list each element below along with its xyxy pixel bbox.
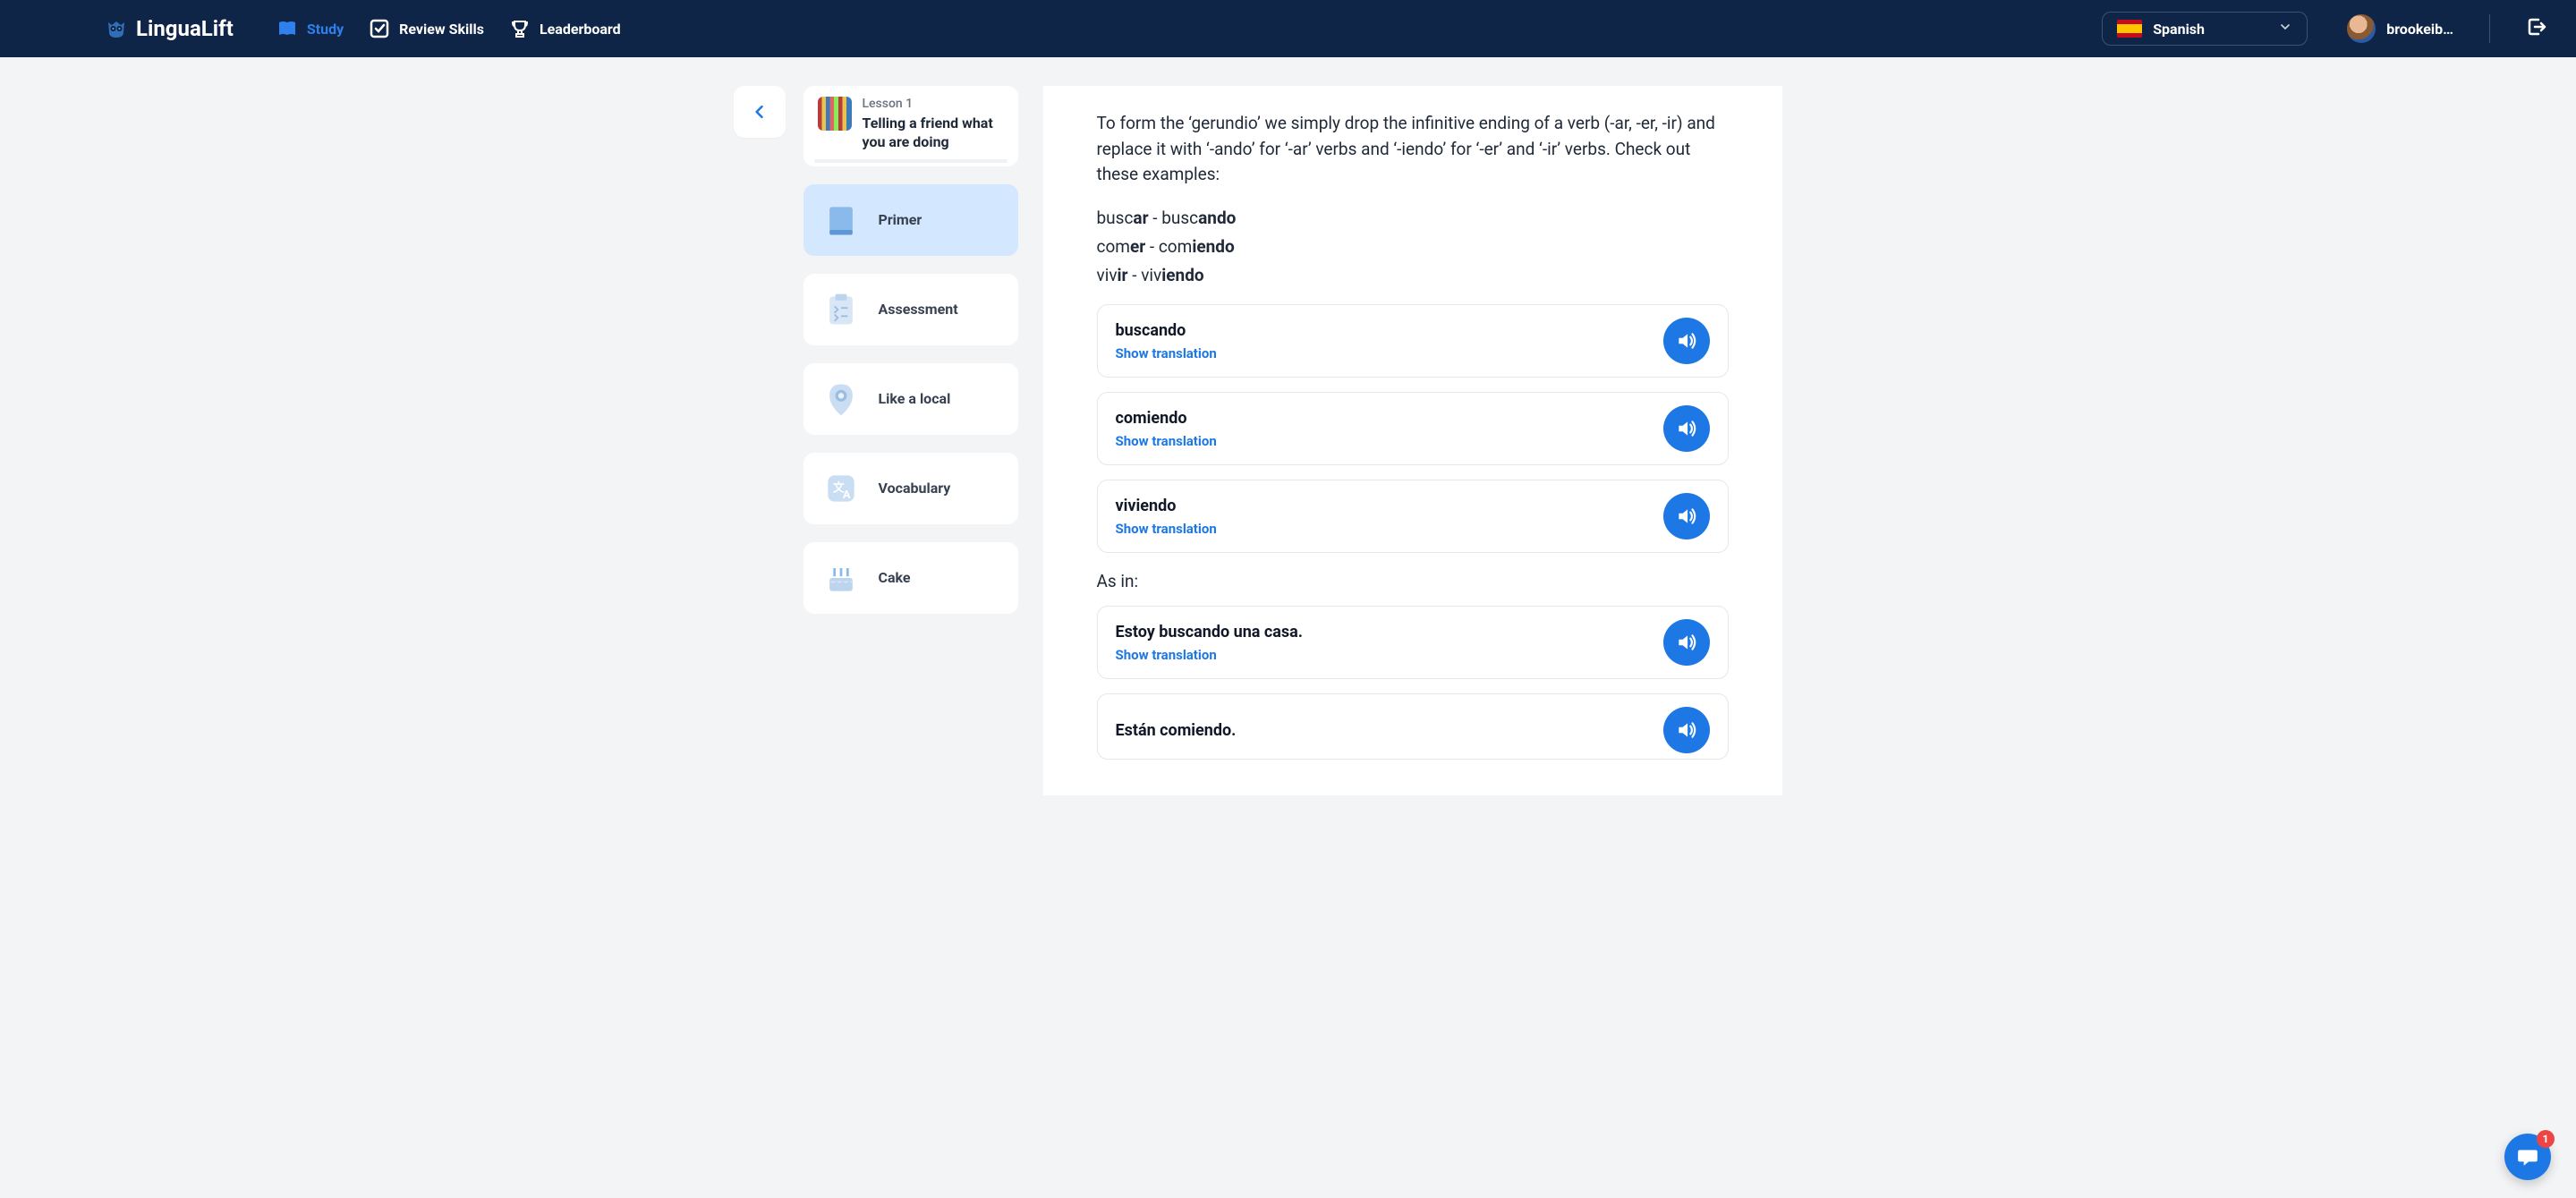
sidebar-item-primer[interactable]: Primer [803,184,1018,256]
logout-button[interactable] [2526,16,2547,41]
lesson-card[interactable]: Lesson 1 Telling a friend what you are d… [803,86,1018,166]
show-translation-link[interactable]: Show translation [1116,433,1217,449]
user-menu[interactable]: brookeib… [2347,14,2453,43]
lesson-title: Telling a friend what you are doing [863,115,1004,152]
play-audio-button[interactable] [1663,493,1710,540]
example-line-2: comer - comiendo [1097,233,1729,261]
username: brookeib… [2386,21,2453,38]
chevron-left-icon [751,103,769,121]
example-line-3: vivir - viviendo [1097,261,1729,290]
owl-icon [106,18,127,39]
cake-icon [821,558,861,598]
nav-study-label: Study [307,21,344,38]
show-translation-link[interactable]: Show translation [1116,647,1304,663]
vocab-card: buscando Show translation [1097,304,1729,378]
book-closed-icon [821,200,861,240]
nav-study[interactable]: Study [276,18,344,39]
language-selector[interactable]: Spanish [2102,12,2308,46]
nav-review-label: Review Skills [399,21,484,38]
show-translation-link[interactable]: Show translation [1116,345,1217,361]
brand-logo[interactable]: LinguaLift [106,16,234,41]
sentence-card: Estoy buscando una casa. Show translatio… [1097,606,1729,679]
chat-icon [2516,1145,2539,1168]
vocab-card: comiendo Show translation [1097,392,1729,465]
speaker-icon [1675,329,1698,353]
sidebar-item-cake[interactable]: Cake [803,542,1018,614]
lesson-number: Lesson 1 [863,97,1004,111]
sidebar-item-label: Vocabulary [879,480,951,497]
example-line-1: buscar - buscando [1097,204,1729,233]
avatar [2347,14,2376,43]
sentence-text: Estoy buscando una casa. [1116,623,1304,641]
brand-name: LinguaLift [136,16,234,41]
lesson-content: To form the ‘gerundio’ we simply drop th… [1043,86,1782,795]
as-in-heading: As in: [1097,571,1729,591]
sidebar-item-label: Primer [879,211,922,228]
chevron-down-icon [2278,20,2292,38]
language-label: Spanish [2153,21,2267,38]
translate-icon: 文A [821,469,861,508]
app-header: LinguaLift Study Review Skills Leaderboa… [0,0,2576,57]
chat-widget[interactable]: 1 [2504,1134,2551,1180]
lesson-progress [814,159,1007,163]
show-translation-link[interactable]: Show translation [1116,521,1217,537]
speaker-icon [1675,718,1698,742]
back-button[interactable] [734,86,786,138]
check-box-icon [369,18,390,39]
play-audio-button[interactable] [1663,318,1710,364]
vocab-word: buscando [1116,321,1217,340]
sidebar-item-label: Like a local [879,390,951,407]
trophy-icon [509,18,531,39]
vocab-card: viviendo Show translation [1097,480,1729,553]
sentence-text: Están comiendo. [1116,721,1237,740]
nav-leaderboard-label: Leaderboard [540,21,621,38]
sidebar-item-label: Cake [879,569,911,586]
nav-leaderboard[interactable]: Leaderboard [509,18,621,39]
flag-spain-icon [2117,20,2142,38]
play-audio-button[interactable] [1663,619,1710,666]
nav-review[interactable]: Review Skills [369,18,484,39]
svg-text:A: A [842,489,850,502]
speaker-icon [1675,417,1698,440]
speaker-icon [1675,631,1698,654]
sidebar-item-like-a-local[interactable]: Like a local [803,363,1018,435]
play-audio-button[interactable] [1663,405,1710,452]
lesson-sidebar: Lesson 1 Telling a friend what you are d… [591,86,1018,795]
play-audio-button[interactable] [1663,707,1710,753]
lesson-thumbnail [818,97,852,131]
map-pin-icon [821,379,861,419]
speaker-icon [1675,505,1698,528]
sentence-card: Están comiendo. [1097,693,1729,760]
intro-paragraph: To form the ‘gerundio’ we simply drop th… [1097,111,1729,188]
sidebar-item-assessment[interactable]: Assessment [803,274,1018,345]
vocab-word: viviendo [1116,497,1217,515]
divider [2489,14,2490,43]
chat-badge: 1 [2537,1130,2555,1148]
clipboard-icon [821,290,861,329]
sidebar-item-label: Assessment [879,301,958,318]
vocab-word: comiendo [1116,409,1217,428]
sidebar-item-vocabulary[interactable]: 文A Vocabulary [803,453,1018,524]
book-icon [276,18,298,39]
